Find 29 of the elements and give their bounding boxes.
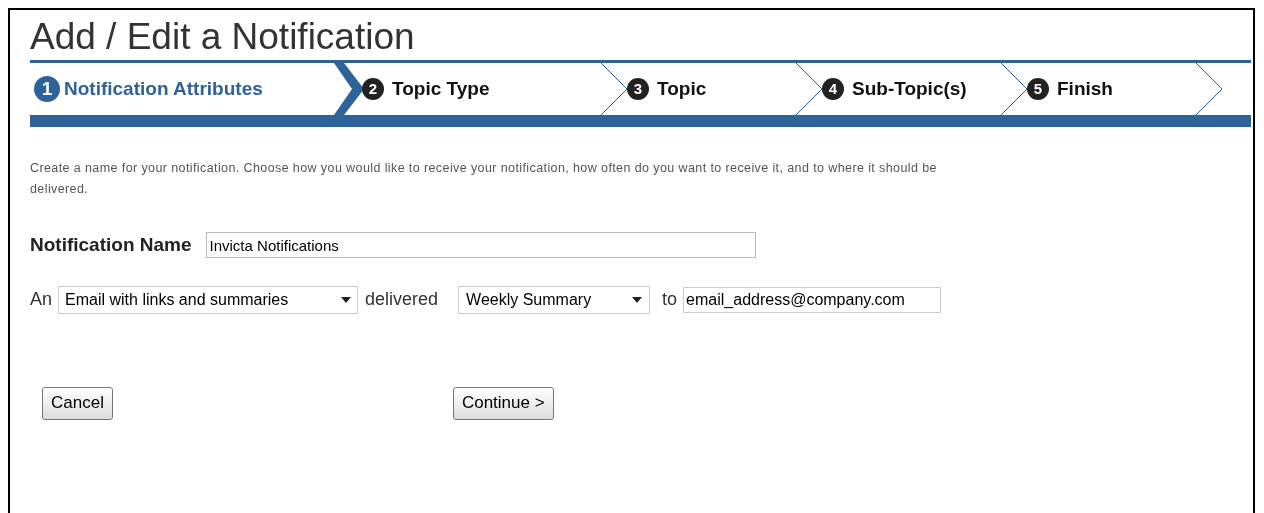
sentence-text: An (30, 288, 53, 311)
frequency-dropdown[interactable]: Weekly Summary (458, 285, 651, 314)
step-tab[interactable]: Topic (657, 74, 707, 104)
sentence-text: delivered (365, 288, 439, 311)
step-number-badge: 1 (34, 76, 60, 102)
step-tab[interactable]: Sub-Topic(s) (852, 74, 967, 104)
chevron-icon (794, 63, 824, 115)
step-number-badge: 4 (822, 78, 844, 100)
chevron-icon (999, 63, 1029, 115)
intro-text: Create a name for your notification. Choose how you would like to receive your notification, how often do you want to receive it, and to where it should be delivered. (30, 160, 938, 198)
step-tab[interactable]: Notification Attributes (64, 74, 263, 104)
step-number-badge: 2 (362, 78, 384, 100)
chevron-icon (1194, 63, 1224, 115)
sentence-text: to (662, 288, 678, 311)
step-tab[interactable]: Finish (1057, 74, 1113, 104)
chevron-icon (334, 63, 364, 115)
caret-icon (341, 296, 352, 303)
page-title: Add / Edit a Notification (30, 15, 416, 59)
step-tab[interactable]: Topic Type (392, 74, 490, 104)
field-label: Notification Name (30, 233, 192, 257)
step-number-badge: 5 (1027, 78, 1049, 100)
caret-icon (632, 296, 643, 303)
cancel-button[interactable]: Cancel (42, 386, 113, 420)
email-field[interactable]: email_address@company.com (683, 286, 942, 313)
continue-button[interactable]: Continue > (452, 386, 554, 420)
step-number-badge: 3 (627, 78, 649, 100)
name-field[interactable]: Invicta Notifications (205, 232, 756, 259)
method-dropdown[interactable]: Email with links and summaries (58, 285, 359, 314)
chevron-icon (599, 63, 629, 115)
